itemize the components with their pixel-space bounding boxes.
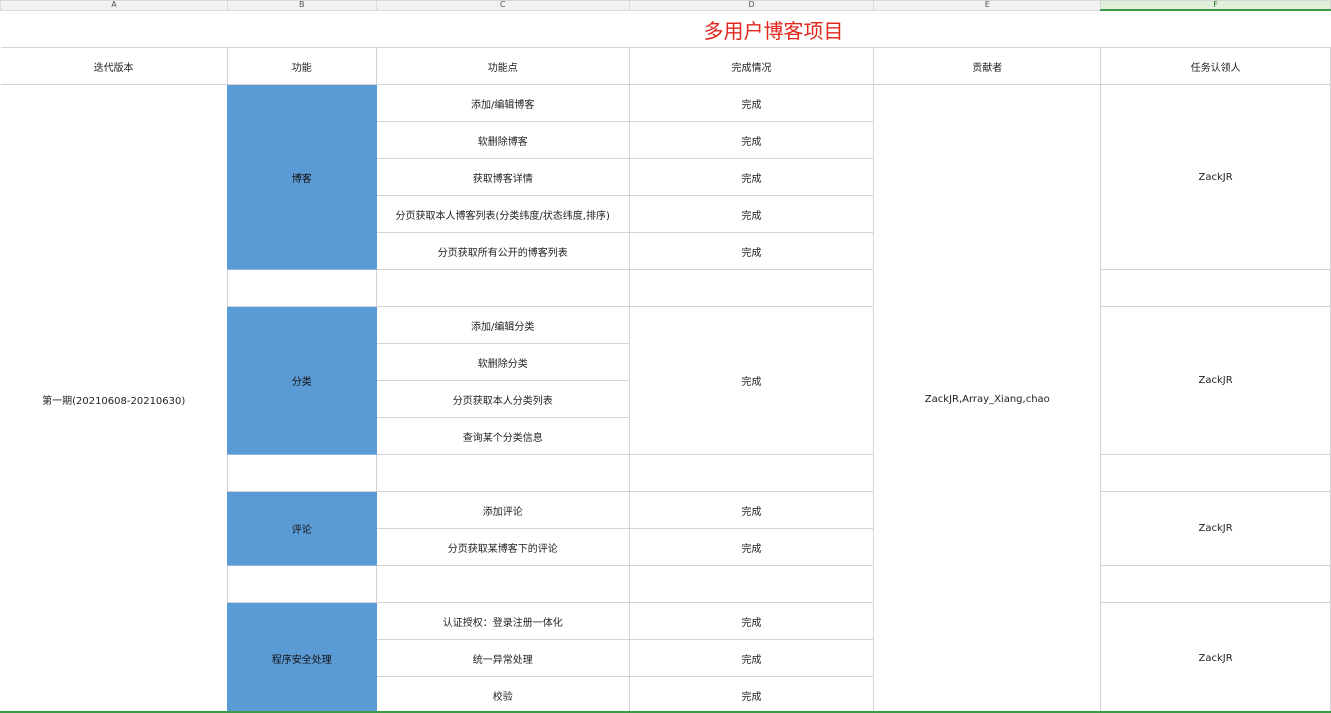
title-cell[interactable]: 多用户博客项目 <box>0 9 1331 48</box>
point-cell[interactable]: 分页获取所有公开的博客列表 <box>375 232 630 270</box>
header-row: 迭代版本 功能 功能点 完成情况 贡献者 任务认领人 <box>0 47 1331 85</box>
title-row: 多用户博客项目 <box>0 9 1331 48</box>
sheet-title: 多用户博客项目 <box>703 18 844 43</box>
feature-cell[interactable]: 程序安全处理 <box>226 602 377 713</box>
status-cell[interactable]: 完成 <box>628 158 875 196</box>
point-cell[interactable]: 认证授权：登录注册一体化 <box>375 602 630 640</box>
point-cell[interactable]: 添加评论 <box>375 491 630 529</box>
column-header-b[interactable]: B <box>226 0 377 11</box>
empty-cell[interactable] <box>226 454 377 492</box>
table-row: 第一期(20210608-20210630) 博客 添加/编辑博客 完成 Zac… <box>0 84 1331 713</box>
status-cell[interactable]: 完成 <box>628 232 875 270</box>
empty-cell[interactable] <box>375 269 630 307</box>
status-cell[interactable]: 完成 <box>628 639 875 677</box>
point-cell[interactable]: 分页获取本人分类列表 <box>375 380 630 418</box>
point-cell[interactable]: 分页获取本人博客列表(分类纬度/状态纬度,排序) <box>375 195 630 233</box>
point-cell[interactable]: 添加/编辑分类 <box>375 306 630 344</box>
header-assignee[interactable]: 任务认领人 <box>1100 47 1331 85</box>
column-header-c[interactable]: C <box>375 0 630 11</box>
status-cell[interactable]: 完成 <box>628 528 875 566</box>
point-cell[interactable]: 分页获取某博客下的评论 <box>375 528 630 566</box>
point-cell[interactable]: 校验 <box>375 676 630 713</box>
feature-cell[interactable]: 评论 <box>226 491 377 566</box>
spreadsheet: A B C D E F 多用户博客项目 迭代版本 功能 功能点 完成情况 贡献者… <box>0 0 1331 713</box>
status-cell[interactable]: 完成 <box>628 602 875 640</box>
version-cell[interactable]: 第一期(20210608-20210630) <box>0 84 228 713</box>
status-cell[interactable]: 完成 <box>628 195 875 233</box>
status-cell[interactable]: 完成 <box>628 306 875 455</box>
empty-cell[interactable] <box>1100 269 1331 307</box>
header-version[interactable]: 迭代版本 <box>0 47 228 85</box>
assignee-cell[interactable]: ZackJR <box>1100 491 1331 566</box>
contributors-cell[interactable]: ZackJR,Array_Xiang,chao <box>873 84 1102 713</box>
header-contributors[interactable]: 贡献者 <box>873 47 1102 85</box>
column-header-row: A B C D E F <box>0 0 1331 11</box>
empty-cell[interactable] <box>226 565 377 603</box>
empty-cell[interactable] <box>375 454 630 492</box>
empty-cell[interactable] <box>628 565 875 603</box>
empty-cell[interactable] <box>628 269 875 307</box>
point-cell[interactable]: 统一异常处理 <box>375 639 630 677</box>
header-points[interactable]: 功能点 <box>375 47 630 85</box>
empty-cell[interactable] <box>226 269 377 307</box>
empty-cell[interactable] <box>1100 565 1331 603</box>
sheet-grid: A B C D E F 多用户博客项目 迭代版本 功能 功能点 完成情况 贡献者… <box>0 0 1331 713</box>
header-status[interactable]: 完成情况 <box>628 47 875 85</box>
status-cell[interactable]: 完成 <box>628 84 875 122</box>
point-cell[interactable]: 软删除博客 <box>375 121 630 159</box>
column-header-f[interactable]: F <box>1100 0 1331 11</box>
status-cell[interactable]: 完成 <box>628 121 875 159</box>
status-cell[interactable]: 完成 <box>628 676 875 713</box>
header-feature[interactable]: 功能 <box>226 47 377 85</box>
column-header-d[interactable]: D <box>628 0 875 11</box>
assignee-cell[interactable]: ZackJR <box>1100 602 1331 713</box>
empty-cell[interactable] <box>628 454 875 492</box>
column-header-a[interactable]: A <box>0 0 228 11</box>
point-cell[interactable]: 查询某个分类信息 <box>375 417 630 455</box>
empty-cell[interactable] <box>375 565 630 603</box>
point-cell[interactable]: 添加/编辑博客 <box>375 84 630 122</box>
feature-cell[interactable]: 博客 <box>226 84 377 270</box>
feature-cell[interactable]: 分类 <box>226 306 377 455</box>
assignee-cell[interactable]: ZackJR <box>1100 306 1331 455</box>
empty-cell[interactable] <box>1100 454 1331 492</box>
status-cell[interactable]: 完成 <box>628 491 875 529</box>
point-cell[interactable]: 软删除分类 <box>375 343 630 381</box>
column-header-e[interactable]: E <box>873 0 1102 11</box>
assignee-cell[interactable]: ZackJR <box>1100 84 1331 270</box>
point-cell[interactable]: 获取博客详情 <box>375 158 630 196</box>
